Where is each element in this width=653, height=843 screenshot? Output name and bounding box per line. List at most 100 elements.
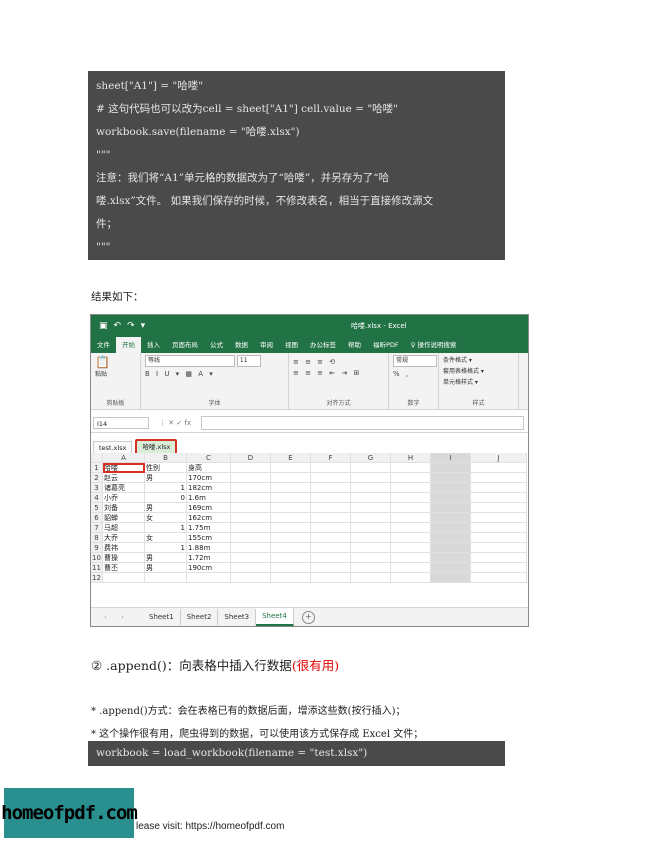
- grid-cell[interactable]: [431, 573, 471, 583]
- grid-cell[interactable]: [351, 573, 391, 583]
- grid-cell[interactable]: 男: [145, 553, 187, 563]
- grid-cell[interactable]: [231, 463, 271, 473]
- grid-cell[interactable]: [351, 553, 391, 563]
- grid-cell[interactable]: [471, 533, 527, 543]
- grid-cell[interactable]: 162cm: [187, 513, 231, 523]
- grid-cell[interactable]: [471, 543, 527, 553]
- grid-cell[interactable]: [311, 473, 351, 483]
- font-format-icons[interactable]: B I U ▾ ▦ A ▾: [145, 370, 284, 378]
- grid-cell[interactable]: 1.72m: [187, 553, 231, 563]
- align-icons[interactable]: ≡ ≡ ≡ ⟲: [293, 358, 384, 366]
- tab-search[interactable]: ♀ 操作说明搜索: [405, 337, 463, 353]
- grid-cell[interactable]: [351, 513, 391, 523]
- grid-cell[interactable]: [471, 473, 527, 483]
- grid-cell[interactable]: 大乔: [103, 533, 145, 543]
- grid-cell[interactable]: [351, 503, 391, 513]
- redo-icon[interactable]: ↷: [127, 321, 135, 331]
- grid-cell[interactable]: 170cm: [187, 473, 231, 483]
- grid-cell[interactable]: 男: [145, 473, 187, 483]
- grid-cell[interactable]: 哈喽: [103, 463, 145, 473]
- row-number[interactable]: 7: [91, 523, 103, 533]
- sheet-tab[interactable]: Sheet1: [143, 609, 181, 625]
- tab-review[interactable]: 审阅: [254, 337, 279, 353]
- column-header[interactable]: E: [271, 453, 311, 463]
- grid-cell[interactable]: 155cm: [187, 533, 231, 543]
- grid-cell[interactable]: [231, 493, 271, 503]
- grid-cell[interactable]: 1.6m: [187, 493, 231, 503]
- grid-cell[interactable]: 小乔: [103, 493, 145, 503]
- grid-cell[interactable]: [311, 523, 351, 533]
- grid-cell[interactable]: [471, 493, 527, 503]
- grid-cell[interactable]: [391, 513, 431, 523]
- grid-cell[interactable]: [351, 543, 391, 553]
- grid-cell[interactable]: [471, 483, 527, 493]
- align-icons-row2[interactable]: ≡ ≡ ≡ ⇤ ⇥ ⊞: [293, 369, 384, 377]
- grid-cell[interactable]: [391, 573, 431, 583]
- grid-cell[interactable]: 1: [145, 523, 187, 533]
- grid-cell[interactable]: [471, 463, 527, 473]
- font-name-select[interactable]: 等线: [145, 355, 235, 367]
- paste-button[interactable]: 粘贴: [95, 369, 136, 380]
- formula-input[interactable]: [201, 416, 524, 430]
- grid-cell[interactable]: [271, 483, 311, 493]
- grid-cell[interactable]: [231, 523, 271, 533]
- grid-cell[interactable]: 刘备: [103, 503, 145, 513]
- grid-cell[interactable]: 曹丕: [103, 563, 145, 573]
- grid-cell[interactable]: [351, 523, 391, 533]
- sheet-tab-active[interactable]: Sheet4: [256, 608, 294, 626]
- conditional-format-button[interactable]: 条件格式 ▾: [443, 355, 514, 366]
- grid-cell[interactable]: [431, 543, 471, 553]
- grid-cell[interactable]: [471, 523, 527, 533]
- font-size-select[interactable]: 11: [236, 355, 261, 367]
- grid-cell[interactable]: 1: [145, 483, 187, 493]
- grid-cell[interactable]: [391, 473, 431, 483]
- grid-cell[interactable]: [391, 493, 431, 503]
- column-header[interactable]: J: [471, 453, 527, 463]
- grid-cell[interactable]: [271, 543, 311, 553]
- column-header[interactable]: B: [145, 453, 187, 463]
- grid-cell[interactable]: [431, 503, 471, 513]
- tab-page-layout[interactable]: 页面布局: [166, 337, 204, 353]
- column-header[interactable]: I: [431, 453, 471, 463]
- save-icon[interactable]: ▣: [99, 321, 108, 331]
- column-header[interactable]: F: [311, 453, 351, 463]
- grid-cell[interactable]: [391, 563, 431, 573]
- grid-cell[interactable]: [231, 473, 271, 483]
- number-icons[interactable]: % ,: [393, 370, 434, 378]
- grid-cell[interactable]: 赵云: [103, 473, 145, 483]
- grid-cell[interactable]: 貂蝉: [103, 513, 145, 523]
- cell-styles-button[interactable]: 单元格样式 ▾: [443, 377, 514, 388]
- grid-cell[interactable]: [311, 493, 351, 503]
- sheet-nav-arrows[interactable]: ‹ ›: [91, 613, 143, 621]
- row-number[interactable]: 2: [91, 473, 103, 483]
- grid-cell[interactable]: [231, 543, 271, 553]
- grid-cell[interactable]: [231, 563, 271, 573]
- grid-cell[interactable]: [271, 463, 311, 473]
- grid-cell[interactable]: [231, 513, 271, 523]
- grid-cell[interactable]: [391, 503, 431, 513]
- tab-file[interactable]: 文件: [91, 337, 116, 353]
- tab-formulas[interactable]: 公式: [204, 337, 229, 353]
- grid-cell[interactable]: 诸葛亮: [103, 483, 145, 493]
- grid-cell[interactable]: [271, 503, 311, 513]
- grid-cell[interactable]: [471, 553, 527, 563]
- select-all-corner[interactable]: [91, 453, 103, 463]
- grid-cell[interactable]: [311, 463, 351, 473]
- grid-cell[interactable]: [391, 543, 431, 553]
- tab-view[interactable]: 视图: [279, 337, 304, 353]
- grid-cell[interactable]: [391, 533, 431, 543]
- grid-cell[interactable]: 1.88m: [187, 543, 231, 553]
- grid-cell[interactable]: [351, 533, 391, 543]
- grid-cell[interactable]: [311, 563, 351, 573]
- add-sheet-icon[interactable]: +: [301, 610, 315, 624]
- grid-cell[interactable]: [231, 573, 271, 583]
- customize-icon[interactable]: ▾: [141, 321, 146, 331]
- row-number[interactable]: 6: [91, 513, 103, 523]
- tab-data[interactable]: 数据: [229, 337, 254, 353]
- grid-cell[interactable]: [351, 463, 391, 473]
- column-header[interactable]: H: [391, 453, 431, 463]
- grid-cell[interactable]: [351, 563, 391, 573]
- tab-office-tabs[interactable]: 办公标签: [304, 337, 342, 353]
- row-number[interactable]: 8: [91, 533, 103, 543]
- sheet-tab[interactable]: Sheet3: [218, 609, 257, 625]
